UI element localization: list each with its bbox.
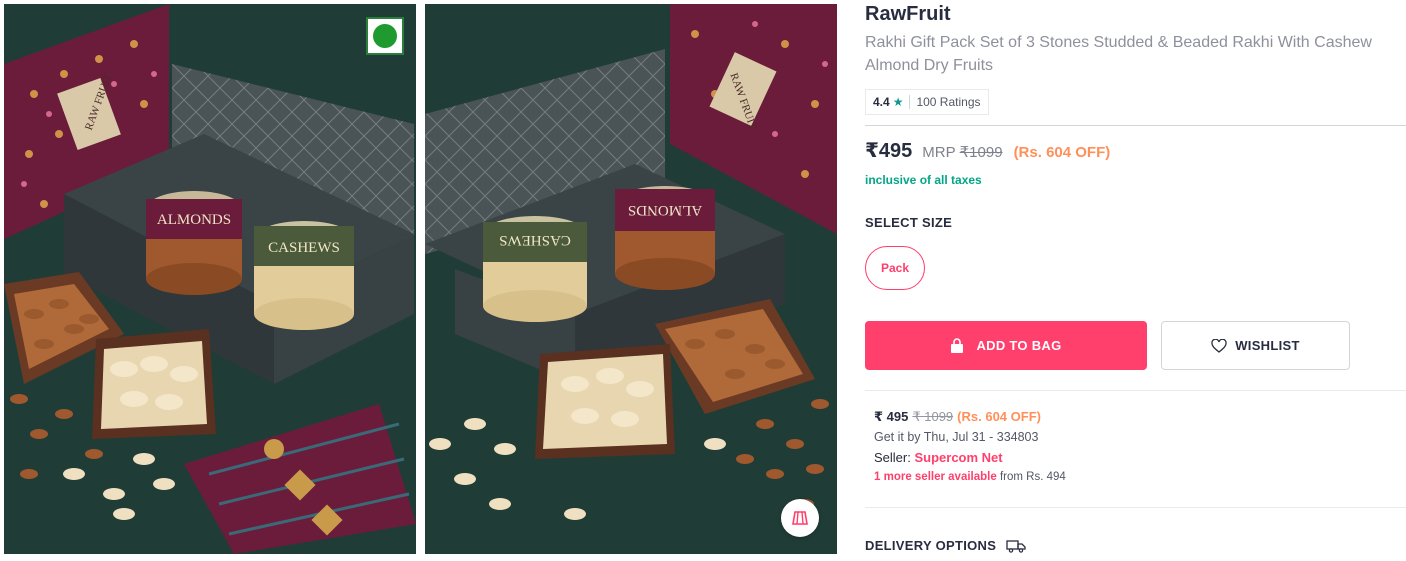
bag-icon: [951, 337, 964, 353]
veg-indicator-dot: [373, 24, 397, 48]
selling-price: ₹495: [865, 140, 913, 162]
jar-almonds-label-2: ALMONDS: [628, 202, 702, 218]
rating-badge[interactable]: 4.4 ★ 100 Ratings: [865, 89, 989, 115]
mrp-label: MRP: [922, 144, 956, 161]
seller-label: Seller:: [874, 450, 911, 465]
discount-text: (Rs. 604 OFF): [1013, 144, 1111, 161]
more-sellers-row: 1 more seller available from Rs. 494: [874, 471, 1394, 483]
divider-middle: [865, 390, 1406, 391]
view-similar-button[interactable]: [781, 499, 819, 537]
add-to-bag-button[interactable]: ADD TO BAG: [865, 321, 1147, 370]
truck-icon: [1006, 539, 1026, 553]
seller-info-block: ₹ 495 ₹ 1099 (Rs. 604 OFF) Get it by Thu…: [874, 409, 1394, 483]
delivery-options-label: DELIVERY OPTIONS: [865, 538, 997, 553]
rating-value: 4.4: [873, 95, 890, 109]
brand-name[interactable]: RawFruit: [865, 3, 951, 26]
seller-price-row: ₹ 495 ₹ 1099 (Rs. 604 OFF): [874, 409, 1394, 425]
rating-separator: [909, 95, 911, 109]
product-photo-gift-box-alt: RAW FRUIT ALMONDS CASHEWS: [425, 4, 837, 554]
delivery-estimate: Get it by Thu, Jul 31 - 334803: [874, 430, 1039, 444]
product-image-2[interactable]: RAW FRUIT ALMONDS CASHEWS: [425, 4, 837, 554]
delivery-options-heading: DELIVERY OPTIONS: [865, 538, 1026, 553]
seller-discount: (Rs. 604 OFF): [957, 409, 1041, 424]
veg-indicator-icon: [366, 17, 404, 55]
more-sellers-price: from Rs. 494: [999, 471, 1066, 483]
jar-cashews-label-2: CASHEWS: [499, 232, 571, 248]
wishlist-label: WISHLIST: [1235, 338, 1300, 353]
more-sellers-link[interactable]: 1 more seller available: [874, 471, 997, 483]
star-icon: ★: [892, 95, 904, 109]
add-to-bag-label: ADD TO BAG: [976, 338, 1062, 353]
wishlist-button[interactable]: WISHLIST: [1161, 321, 1350, 370]
seller-row: Seller: Supercom Net: [874, 450, 1394, 465]
select-size-heading: SELECT SIZE: [865, 215, 953, 230]
price-row: ₹495 MRP ₹1099 (Rs. 604 OFF): [865, 138, 1110, 163]
seller-price: ₹ 495: [874, 409, 909, 424]
size-option-pack[interactable]: Pack: [865, 246, 925, 290]
divider-top: [865, 125, 1406, 126]
seller-mrp: ₹ 1099: [912, 409, 954, 424]
jar-almonds-label: ALMONDS: [157, 212, 231, 228]
heart-icon: [1211, 338, 1227, 353]
product-title: Rakhi Gift Pack Set of 3 Stones Studded …: [865, 34, 1372, 74]
divider-bottom: [865, 507, 1406, 508]
seller-name-link[interactable]: Supercom Net: [914, 450, 1002, 465]
product-page: RAW FRUIT ALMONDS CASHEWS RAW FRUIT ALMO…: [0, 0, 1406, 561]
jar-cashews-label: CASHEWS: [268, 240, 340, 256]
product-photo-gift-box: RAW FRUIT ALMONDS CASHEWS: [4, 4, 416, 554]
product-image-1[interactable]: RAW FRUIT ALMONDS CASHEWS: [4, 4, 416, 554]
tax-note: inclusive of all taxes: [865, 173, 982, 187]
view-similar-icon: [792, 511, 808, 525]
mrp-value: ₹1099: [959, 144, 1003, 161]
rating-count: 100 Ratings: [916, 95, 981, 109]
